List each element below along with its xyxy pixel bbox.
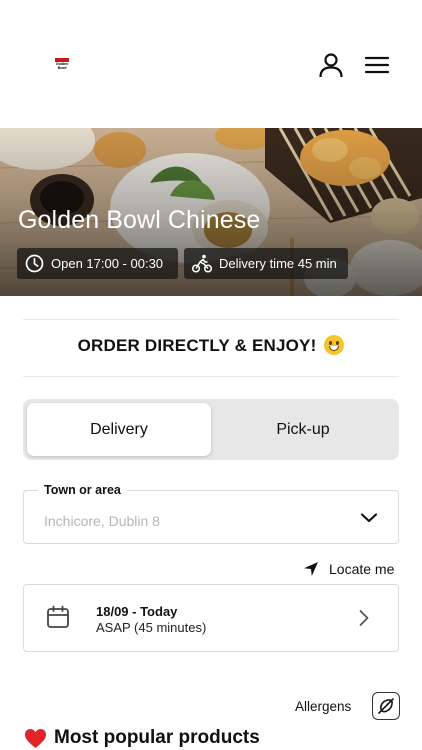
logo-text: Golden Bowl [55,61,69,70]
town-placeholder: Inchicore, Dublin 8 [44,513,160,529]
locate-me-label: Locate me [329,561,395,577]
order-type-toggle: Delivery Pick-up [23,399,399,460]
chevron-down-icon[interactable] [360,512,378,524]
grinning-face-emoji-icon [324,335,345,355]
bicycle-icon [192,254,212,273]
delivery-schedule-card[interactable]: 18/09 - Today ASAP (45 minutes) [23,584,399,652]
divider [23,376,399,377]
delivery-time-chip: Delivery time 45 min [184,248,348,279]
app-header: Golden Bowl [0,0,422,128]
opening-hours-text: Open 17:00 - 00:30 [51,256,164,271]
promo-text: ORDER DIRECTLY & ENJOY! [77,336,317,355]
hamburger-menu-icon[interactable] [364,54,390,76]
promo-heading: ORDER DIRECTLY & ENJOY! [0,335,422,356]
calendar-icon [47,605,69,628]
allergens-label[interactable]: Allergens [295,699,351,714]
locate-me-button[interactable]: Locate me [303,559,394,579]
no-allergen-icon [378,698,394,714]
town-select[interactable]: Town or area Inchicore, Dublin 8 [23,483,399,544]
location-arrow-icon [304,562,318,576]
opening-hours-chip: Open 17:00 - 00:30 [17,248,178,279]
most-popular-heading: Most popular products [24,727,260,749]
restaurant-name: Golden Bowl Chinese [18,206,261,234]
section-title: Most popular products [54,727,260,748]
chevron-right-icon [359,610,369,626]
schedule-date: 18/09 - Today [96,604,178,619]
clock-icon [25,254,44,273]
divider [23,319,399,320]
pickup-tab[interactable]: Pick-up [211,403,395,456]
town-field-label: Town or area [38,483,127,497]
delivery-tab[interactable]: Delivery [27,403,211,456]
allergens-button[interactable] [372,692,400,720]
heart-icon [25,728,46,748]
schedule-time: ASAP (45 minutes) [96,620,207,635]
restaurant-logo[interactable]: Golden Bowl [55,58,69,70]
user-icon[interactable] [318,52,344,78]
delivery-time-text: Delivery time 45 min [219,256,337,271]
